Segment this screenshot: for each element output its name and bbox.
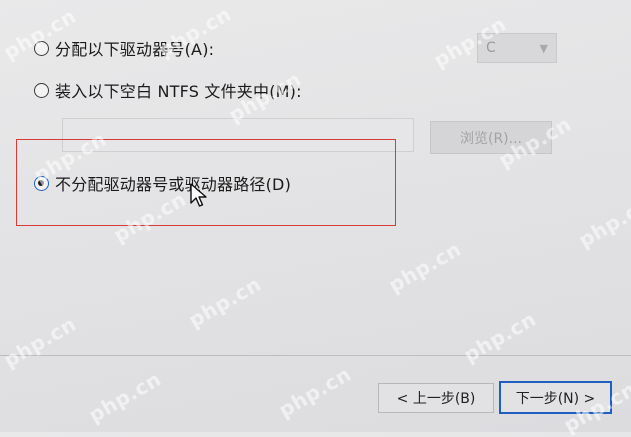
back-button[interactable]: < 上一步(B)	[378, 383, 494, 413]
radio-mount-folder[interactable]	[34, 82, 49, 98]
radio-no-letter-row[interactable]: 不分配驱动器号或驱动器路径(D)	[34, 171, 291, 195]
browse-button[interactable]: 浏览(R)...	[430, 121, 552, 154]
next-button[interactable]: 下一步(N) >	[499, 381, 612, 414]
radio-mount-folder-row[interactable]: 装入以下空白 NTFS 文件夹中(M):	[34, 78, 302, 102]
footer-divider	[0, 355, 631, 356]
watermark: php.cn	[459, 306, 541, 368]
drive-letter-select[interactable]: C ▼	[477, 33, 557, 63]
radio-assign-letter-label: 分配以下驱动器号(A):	[55, 40, 215, 59]
watermark: php.cn	[0, 311, 81, 373]
chevron-down-icon: ▼	[539, 41, 548, 55]
radio-no-letter[interactable]	[34, 175, 49, 191]
radio-mount-folder-label: 装入以下空白 NTFS 文件夹中(M):	[55, 82, 302, 101]
mouse-pointer-icon	[190, 183, 207, 207]
watermark: php.cn	[384, 236, 466, 298]
watermark: php.cn	[574, 191, 631, 253]
watermark: php.cn	[184, 271, 266, 333]
drive-letter-value: C	[486, 40, 496, 56]
radio-assign-letter-row[interactable]: 分配以下驱动器号(A):	[34, 36, 214, 60]
radio-assign-letter[interactable]	[34, 40, 49, 56]
watermark: php.cn	[84, 366, 166, 428]
watermark: php.cn	[274, 361, 356, 423]
radio-no-letter-label: 不分配驱动器号或驱动器路径(D)	[55, 175, 292, 194]
